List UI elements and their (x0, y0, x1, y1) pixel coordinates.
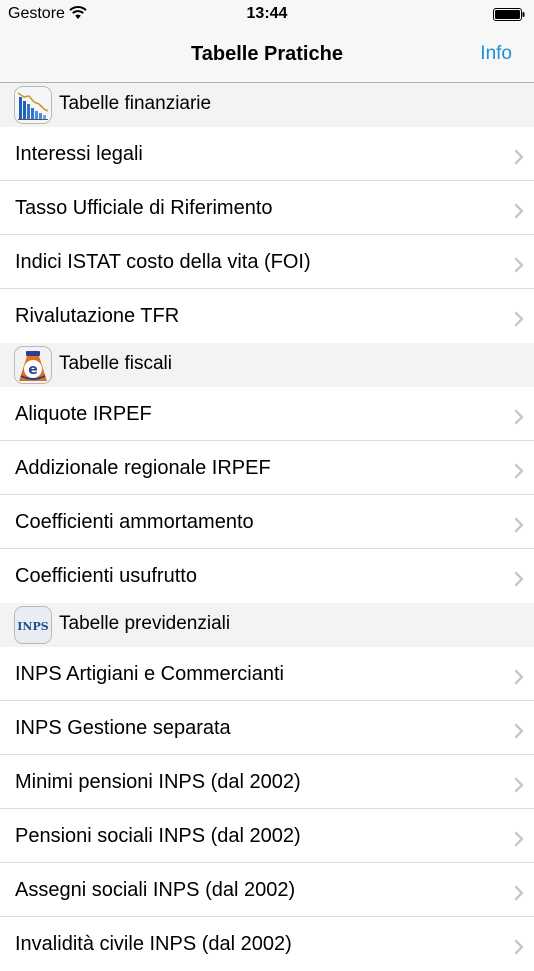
list-item-inps-artigiani[interactable]: INPS Artigiani e Commercianti (0, 647, 534, 701)
tax-agency-icon: e (14, 346, 52, 384)
list-item-interessi-legali[interactable]: Interessi legali (0, 127, 534, 181)
chevron-right-icon (514, 831, 524, 847)
chevron-right-icon (514, 149, 524, 165)
list-item-label: Aliquote IRPEF (15, 403, 152, 425)
list-item-assegni-sociali[interactable]: Assegni sociali INPS (dal 2002) (0, 863, 534, 917)
chevron-right-icon (514, 517, 524, 533)
page-title: Tabelle Pratiche (191, 43, 343, 65)
battery-icon (493, 8, 525, 21)
status-bar: Gestore 13:44 (0, 0, 534, 30)
list-item-label: Invalidità civile INPS (dal 2002) (15, 933, 292, 955)
section-header-social-security: INPS Tabelle previdenziali (0, 603, 534, 647)
list-item-coefficienti-usufrutto[interactable]: Coefficienti usufrutto (0, 549, 534, 603)
list-item-label: Minimi pensioni INPS (dal 2002) (15, 771, 301, 793)
list-item-pensioni-sociali[interactable]: Pensioni sociali INPS (dal 2002) (0, 809, 534, 863)
list-item-coefficienti-ammortamento[interactable]: Coefficienti ammortamento (0, 495, 534, 549)
chevron-right-icon (514, 669, 524, 685)
list-item-label: Pensioni sociali INPS (dal 2002) (15, 825, 301, 847)
section-header-fiscal: e Tabelle fiscali (0, 343, 534, 387)
section-title: Tabelle fiscali (59, 353, 172, 374)
list-item-label: Interessi legali (15, 143, 143, 165)
chevron-right-icon (514, 571, 524, 587)
list-item-label: Tasso Ufficiale di Riferimento (15, 197, 273, 219)
list-item-indici-istat[interactable]: Indici ISTAT costo della vita (FOI) (0, 235, 534, 289)
chevron-right-icon (514, 311, 524, 327)
list-item-label: Assegni sociali INPS (dal 2002) (15, 879, 296, 901)
chevron-right-icon (514, 777, 524, 793)
section-title: Tabelle previdenziali (59, 613, 231, 634)
chevron-right-icon (514, 409, 524, 425)
section-header-financial: Tabelle finanziarie (0, 83, 534, 127)
chevron-right-icon (514, 939, 524, 955)
list-item-tasso-ufficiale[interactable]: Tasso Ufficiale di Riferimento (0, 181, 534, 235)
chevron-right-icon (514, 463, 524, 479)
list-item-addizionale-regionale[interactable]: Addizionale regionale IRPEF (0, 441, 534, 495)
list-item-label: INPS Artigiani e Commercianti (15, 663, 284, 685)
chevron-right-icon (514, 723, 524, 739)
financial-chart-icon (14, 86, 52, 124)
table-list: Tabelle finanziarie Interessi legali Tas… (0, 83, 534, 971)
svg-text:e: e (28, 362, 38, 378)
list-item-label: Indici ISTAT costo della vita (FOI) (15, 251, 311, 273)
list-item-minimi-pensioni[interactable]: Minimi pensioni INPS (dal 2002) (0, 755, 534, 809)
clock: 13:44 (246, 5, 288, 22)
list-item-label: Coefficienti usufrutto (15, 565, 197, 587)
list-item-label: Coefficienti ammortamento (15, 511, 254, 533)
section-title: Tabelle finanziarie (59, 93, 212, 114)
list-item-invalidita-civile[interactable]: Invalidità civile INPS (dal 2002) (0, 917, 534, 971)
list-item-label: Addizionale regionale IRPEF (15, 457, 271, 479)
list-item-inps-gestione-separata[interactable]: INPS Gestione separata (0, 701, 534, 755)
svg-text:INPS: INPS (17, 620, 48, 633)
chevron-right-icon (514, 257, 524, 273)
list-item-label: INPS Gestione separata (15, 717, 231, 739)
list-item-label: Rivalutazione TFR (15, 305, 180, 327)
chevron-right-icon (514, 203, 524, 219)
inps-logo-icon: INPS (14, 606, 52, 644)
info-button[interactable]: Info (480, 43, 512, 65)
list-item-aliquote-irpef[interactable]: Aliquote IRPEF (0, 387, 534, 441)
chevron-right-icon (514, 885, 524, 901)
navigation-bar: Tabelle Pratiche Info (0, 30, 534, 83)
list-item-rivalutazione-tfr[interactable]: Rivalutazione TFR (0, 289, 534, 343)
